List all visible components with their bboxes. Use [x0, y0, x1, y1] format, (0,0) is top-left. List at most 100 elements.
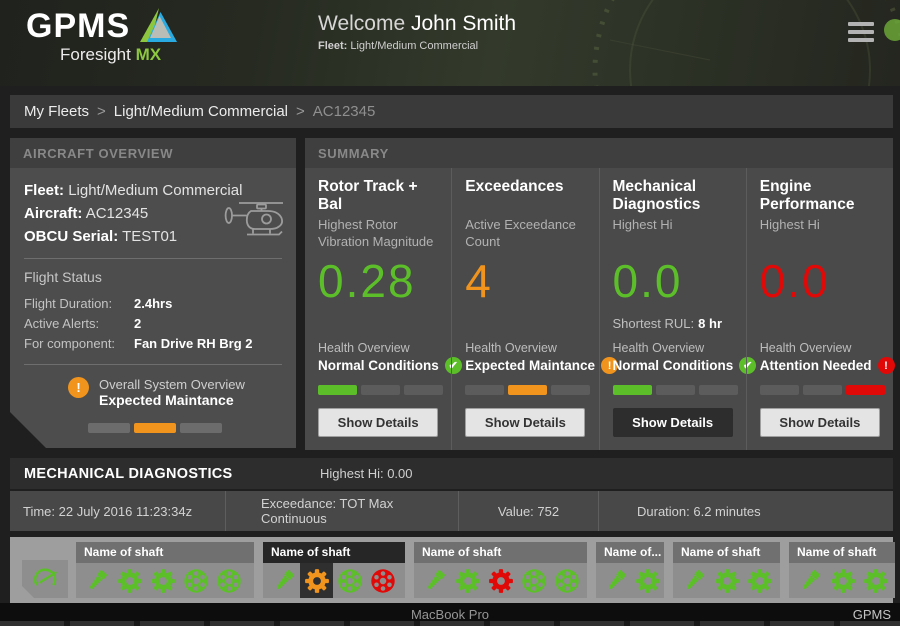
warning-icon	[878, 357, 895, 374]
gear-icon[interactable]	[743, 563, 776, 598]
shaft-group: Name of...	[596, 542, 664, 598]
health-status: Normal Conditions	[613, 358, 734, 373]
col-title: Mechanical Diagnostics	[613, 178, 738, 216]
metric-value: 0.0	[760, 254, 885, 308]
info-exceedance: Exceedance: TOT Max Continuous	[225, 491, 458, 531]
bearing-icon[interactable]	[212, 563, 245, 598]
active-alerts-row: Active Alerts: 2	[24, 314, 282, 334]
show-details-button[interactable]: Show Details	[318, 408, 438, 437]
flight-duration-row: Flight Duration: 2.4hrs	[24, 294, 282, 314]
breadcrumb-separator: >	[296, 103, 305, 120]
bearing-icon[interactable]	[517, 563, 550, 598]
divider	[24, 258, 282, 259]
user-name: John Smith	[411, 12, 516, 35]
aircraft-overview-panel: AIRCRAFT OVERVIEW Fleet: Light/Medium Co…	[10, 138, 296, 448]
bearing-icon[interactable]	[333, 563, 366, 598]
mech-highest-hi: Highest Hi: 0.00	[320, 466, 413, 481]
foresight-mx-label: Foresight MX	[26, 45, 178, 65]
gear-icon[interactable]	[826, 563, 859, 598]
shaft-group: Name of shaft	[414, 542, 587, 598]
info-duration: Duration: 6.2 minutes	[598, 491, 761, 531]
shaft-icon[interactable]	[80, 563, 113, 598]
health-bar	[318, 385, 443, 395]
shaft-icon[interactable]	[267, 563, 300, 598]
shaft-icon[interactable]	[793, 563, 826, 598]
shortest-rul: Shortest RUL:8 hr	[613, 316, 738, 331]
breadcrumb-my-fleets[interactable]: My Fleets	[24, 103, 89, 120]
overall-system-overview: Overall System Overview Expected Maintan…	[68, 377, 282, 408]
overall-status: Expected Maintance	[99, 392, 245, 408]
gpms-logo-text: GPMS	[26, 8, 130, 44]
col-title: Exceedances	[465, 178, 590, 216]
mech-title: MECHANICAL DIAGNOSTICS	[10, 466, 233, 482]
col-title: Rotor Track + Bal	[318, 178, 443, 216]
gear-icon[interactable]	[484, 563, 517, 598]
warning-icon	[68, 377, 89, 398]
health-block: Health Overview Attention Needed Show De…	[760, 341, 885, 437]
shaft-group-label[interactable]: Name of shaft	[789, 542, 895, 563]
overall-health-bar	[88, 423, 222, 433]
divider	[24, 364, 282, 365]
shaft-group-label[interactable]: Name of shaft	[673, 542, 780, 563]
device-label: MacBook Pro	[411, 607, 489, 622]
info-time: Time: 22 July 2016 11:23:34z	[10, 491, 225, 531]
health-bar	[760, 385, 885, 395]
summary-col-exceedances: Exceedances Active Exceedance Count 4 He…	[451, 168, 598, 450]
show-details-button[interactable]: Show Details	[613, 408, 733, 437]
summary-col-engine-performance: Engine Performance Highest Hi 0.0 Health…	[746, 168, 893, 450]
shaft-icon[interactable]	[600, 563, 632, 598]
gear-icon[interactable]	[632, 563, 664, 598]
shaft-group: Name of shaft	[673, 542, 780, 598]
bearing-icon[interactable]	[550, 563, 583, 598]
health-bar	[465, 385, 590, 395]
gear-icon[interactable]	[146, 563, 179, 598]
col-title: Engine Performance	[760, 178, 885, 216]
gear-icon[interactable]	[710, 563, 743, 598]
bearing-icon[interactable]	[179, 563, 212, 598]
app-header: GPMS Foresight MX Welcome John Smith Fle…	[0, 0, 900, 86]
breadcrumb-aircraft: AC12345	[313, 103, 376, 120]
header-fleet-line: Fleet:Light/Medium Commercial	[318, 40, 516, 52]
breadcrumb-fleet[interactable]: Light/Medium Commercial	[114, 103, 288, 120]
exceedance-info-row: Time: 22 July 2016 11:23:34z Exceedance:…	[10, 491, 893, 531]
health-bar	[613, 385, 738, 395]
shaft-group-label[interactable]: Name of shaft	[76, 542, 254, 563]
shaft-group-label[interactable]: Name of...	[596, 542, 664, 563]
shaft-group: Name of shaft	[76, 542, 254, 598]
gear-icon[interactable]	[859, 563, 892, 598]
mechanical-diagnostics-header: MECHANICAL DIAGNOSTICS Highest Hi: 0.00	[10, 458, 893, 489]
shaft-group: Name of shaft	[789, 542, 895, 598]
show-details-button[interactable]: Show Details	[760, 408, 880, 437]
gear-icon[interactable]	[451, 563, 484, 598]
info-value: Value: 752	[458, 491, 598, 531]
shaft-group-label[interactable]: Name of shaft	[414, 542, 587, 563]
gear-icon[interactable]	[113, 563, 146, 598]
col-subtitle: Highest Hi	[613, 216, 738, 254]
keyboard-edge	[0, 621, 900, 626]
hamburger-menu-icon[interactable]	[848, 22, 874, 46]
shaft-group-label[interactable]: Name of shaft	[263, 542, 405, 563]
health-block: Health Overview Normal Conditions Show D…	[318, 341, 443, 437]
shaft-icon[interactable]	[418, 563, 451, 598]
breadcrumb-separator: >	[97, 103, 106, 120]
show-details-button[interactable]: Show Details	[465, 408, 585, 437]
gpms-triangle-logo-icon	[140, 8, 178, 42]
health-status: Normal Conditions	[318, 358, 439, 373]
metric-value: 0.28	[318, 254, 443, 308]
col-subtitle: Highest Rotor Vibration Magnitude	[318, 216, 443, 254]
health-status: Attention Needed	[760, 358, 872, 373]
col-subtitle: Highest Hi	[760, 216, 885, 254]
metric-value: 4	[465, 254, 590, 308]
aircraft-overview-header: AIRCRAFT OVERVIEW	[10, 138, 296, 168]
summary-header: SUMMARY	[305, 138, 893, 168]
gauge-icon[interactable]	[22, 560, 68, 598]
bearing-icon[interactable]	[366, 563, 399, 598]
gear-icon[interactable]	[300, 563, 333, 598]
component-icon-row: Name of shaft Name of shaft Name of shaft N…	[10, 537, 893, 603]
welcome-text: Welcome	[318, 12, 405, 35]
health-status: Expected Maintance	[465, 358, 595, 373]
logo-block: GPMS Foresight MX	[26, 8, 178, 65]
app-screen: GPMS Foresight MX Welcome John Smith Fle…	[0, 0, 900, 626]
shaft-icon[interactable]	[677, 563, 710, 598]
summary-col-rotor-track: Rotor Track + Bal Highest Rotor Vibratio…	[305, 168, 451, 450]
